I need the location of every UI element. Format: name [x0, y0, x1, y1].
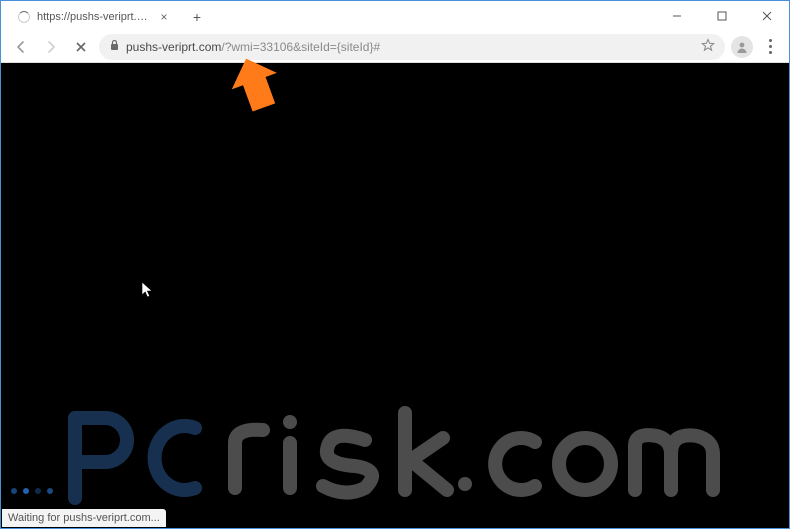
new-tab-button[interactable]: + [185, 5, 209, 29]
close-icon [762, 11, 772, 21]
person-icon [735, 40, 749, 54]
minimize-icon [672, 11, 682, 21]
menu-dot-icon [769, 45, 772, 48]
star-icon [701, 38, 715, 52]
close-window-button[interactable] [744, 1, 789, 31]
stop-reload-button[interactable] [69, 35, 93, 59]
url-path: /?wmi=33106&siteId={siteId}# [221, 40, 380, 54]
browser-window: https://pushs-veriprt.com/?wmi= × + [0, 0, 790, 529]
forward-button[interactable] [39, 35, 63, 59]
tab-strip: https://pushs-veriprt.com/?wmi= × + [9, 1, 209, 31]
tab-title: https://pushs-veriprt.com/?wmi= [37, 11, 151, 23]
toolbar: pushs-veriprt.com/?wmi=33106&siteId={sit… [1, 31, 789, 63]
address-bar[interactable]: pushs-veriprt.com/?wmi=33106&siteId={sit… [99, 34, 725, 60]
stop-icon [75, 41, 87, 53]
minimize-button[interactable] [654, 1, 699, 31]
window-controls [654, 1, 789, 31]
back-button[interactable] [9, 35, 33, 59]
close-tab-button[interactable]: × [157, 10, 171, 24]
lock-icon [109, 39, 120, 54]
menu-dot-icon [769, 51, 772, 54]
maximize-icon [717, 11, 727, 21]
status-text: Waiting for pushs-veriprt.com... [8, 512, 160, 524]
arrow-left-icon [14, 40, 28, 54]
decorative-dots [11, 488, 53, 494]
browser-tab[interactable]: https://pushs-veriprt.com/?wmi= × [9, 3, 179, 31]
loading-spinner-icon [17, 10, 31, 24]
menu-dot-icon [769, 39, 772, 42]
watermark-logo: .wm-blue { fill: none; stroke: rgba(58,1… [45, 388, 745, 508]
titlebar: https://pushs-veriprt.com/?wmi= × + [1, 1, 789, 31]
maximize-button[interactable] [699, 1, 744, 31]
bookmark-star-button[interactable] [701, 38, 715, 55]
status-bar: Waiting for pushs-veriprt.com... [2, 509, 166, 527]
menu-button[interactable] [759, 36, 781, 58]
mouse-cursor-icon [141, 281, 155, 304]
arrow-right-icon [44, 40, 58, 54]
profile-avatar-button[interactable] [731, 36, 753, 58]
url-text: pushs-veriprt.com/?wmi=33106&siteId={sit… [126, 40, 380, 54]
url-host: pushs-veriprt.com [126, 40, 221, 54]
page-content: .wm-blue { fill: none; stroke: rgba(58,1… [1, 63, 789, 528]
